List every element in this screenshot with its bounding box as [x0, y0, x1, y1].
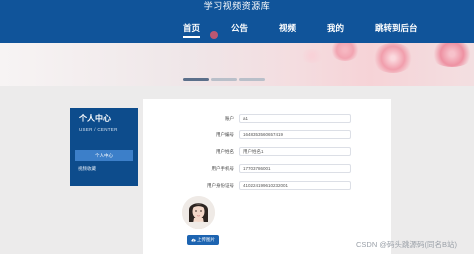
mouse-cursor-indicator: [210, 31, 218, 39]
profile-panel: 账户 a1 用户编号 1648353560657419 用户姓名 用户姓名1 用…: [143, 99, 391, 254]
account-label: 账户: [225, 116, 234, 121]
sidebar-item-video-favorites[interactable]: 视频收藏: [78, 166, 96, 172]
sidebar-subtitle: USER / CENTER: [79, 127, 118, 132]
watermark-text: CSDN @码头跳源码(同名B站): [356, 240, 457, 249]
user-id-label: 用户编号: [216, 132, 234, 137]
sidebar-item-personal-center[interactable]: 个人中心: [75, 150, 133, 161]
nav-home[interactable]: 首页: [183, 22, 201, 38]
user-avatar-photo-icon: [182, 196, 215, 229]
carousel-indicator-1[interactable]: [183, 78, 209, 81]
form-row-user-name: 用户姓名 用户姓名1: [143, 147, 391, 157]
nav-videos[interactable]: 视频: [279, 22, 296, 34]
sidebar-title: 个人中心: [79, 114, 111, 123]
nav-mine[interactable]: 我的: [327, 22, 344, 34]
user-id-input[interactable]: 1648353560657419: [239, 130, 351, 139]
upload-button-label: 上传图片: [197, 237, 215, 242]
form-row-account: 账户 a1: [143, 114, 391, 124]
user-center-sidebar: 个人中心 USER / CENTER 个人中心 视频收藏: [70, 108, 138, 186]
account-input[interactable]: a1: [239, 114, 351, 123]
id-card-label: 用户身份证号: [207, 183, 234, 188]
site-title: 学习视频资源库: [203, 1, 271, 11]
user-avatar: [182, 196, 215, 229]
phone-input[interactable]: 17703786001: [239, 164, 351, 173]
user-name-input[interactable]: 用户姓名1: [239, 147, 351, 156]
top-nav-bar: 学习视频资源库 首页 公告 视频 我的 跳转到后台: [0, 0, 474, 43]
nav-announcements[interactable]: 公告: [231, 22, 248, 34]
form-row-user-id: 用户编号 1648353560657419: [143, 130, 391, 140]
cloud-upload-icon: [191, 238, 196, 242]
carousel-indicator-3[interactable]: [239, 78, 265, 81]
form-row-id-card: 用户身份证号 410224199610232001: [143, 181, 391, 191]
flower-decoration: [330, 43, 360, 61]
main-nav: 首页 公告 视频 我的 跳转到后台: [0, 22, 474, 38]
upload-image-button[interactable]: 上传图片: [187, 235, 219, 245]
flower-decoration: [300, 49, 324, 63]
banner-carousel: [0, 43, 474, 86]
flower-decoration: [372, 43, 414, 73]
phone-label: 用户手机号: [211, 166, 235, 171]
flower-decoration: [430, 43, 474, 67]
id-card-input[interactable]: 410224199610232001: [239, 181, 351, 190]
form-row-phone: 用户手机号 17703786001: [143, 164, 391, 174]
carousel-indicator-2[interactable]: [211, 78, 237, 81]
carousel-indicators: [183, 78, 265, 81]
user-name-label: 用户姓名: [216, 149, 234, 154]
nav-go-to-admin[interactable]: 跳转到后台: [375, 22, 418, 34]
